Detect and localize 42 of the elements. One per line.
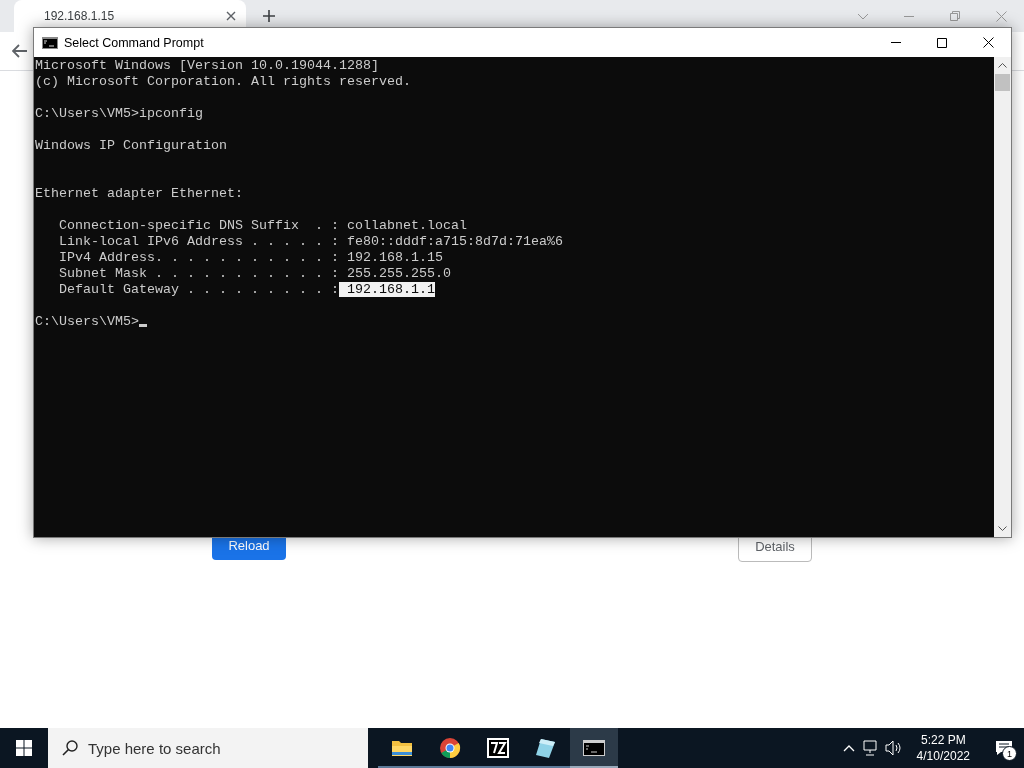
entry-label: IPv4 Address. . . . . . . . . . . : — [59, 250, 339, 265]
entry-label: Subnet Mask . . . . . . . . . . . : — [59, 266, 339, 281]
entry-label: Link-local IPv6 Address . . . . . : — [59, 234, 339, 249]
entry-value: 192.168.1.1 — [338, 282, 435, 297]
window-title: Select Command Prompt — [64, 35, 204, 50]
search-icon — [62, 740, 78, 756]
entry-label: Connection-specific DNS Suffix . : — [59, 218, 339, 233]
scroll-down-icon[interactable] — [998, 526, 1007, 531]
notepad-icon — [535, 737, 557, 759]
entry-value: 255.255.255.0 — [345, 266, 451, 281]
scroll-up-icon[interactable] — [998, 63, 1007, 68]
close-icon[interactable] — [982, 37, 994, 48]
console-icon — [583, 740, 605, 756]
entry-value: fe80::dddf:a715:8d7d:71ea%6 — [345, 234, 563, 249]
archive-icon — [487, 738, 509, 758]
console-icon — [42, 36, 58, 49]
windows-start-icon[interactable] — [16, 740, 32, 756]
console-line: C:\Users\VM5>ipconfig — [35, 106, 203, 121]
entry-value: collabnet.local — [345, 218, 467, 233]
console-line: (c) Microsoft Corporation. All rights reserved. — [35, 74, 411, 89]
back-arrow-icon[interactable] — [12, 44, 28, 58]
console-line: Microsoft Windows [Version 10.0.19044.1288] — [35, 58, 379, 73]
entry-label: Default Gateway . . . . . . . . . : — [59, 282, 339, 297]
new-tab-icon[interactable] — [263, 10, 275, 22]
console-prompt: C:\Users\VM5> — [35, 314, 139, 329]
entry-value: 192.168.1.15 — [345, 250, 443, 265]
console-line: Ethernet adapter Ethernet: — [35, 186, 243, 201]
search-field[interactable]: Type here to search — [48, 728, 368, 768]
scrollbar[interactable] — [994, 57, 1011, 537]
scroll-thumb[interactable] — [995, 74, 1010, 91]
taskbar-app-button[interactable] — [570, 728, 618, 768]
console-line: Windows IP Configuration — [35, 138, 227, 153]
network-icon[interactable] — [860, 740, 879, 756]
maximize-icon[interactable] — [937, 37, 947, 48]
chrome-icon — [439, 737, 461, 759]
notification-count: 1 — [1002, 746, 1017, 761]
folder-icon — [391, 739, 413, 757]
volume-icon[interactable] — [884, 740, 903, 756]
clock[interactable]: 5:22 PM 4/10/2022 — [908, 732, 978, 764]
close-icon[interactable] — [226, 11, 236, 21]
caret-up-icon[interactable] — [842, 744, 855, 752]
restore-icon[interactable] — [950, 11, 960, 21]
